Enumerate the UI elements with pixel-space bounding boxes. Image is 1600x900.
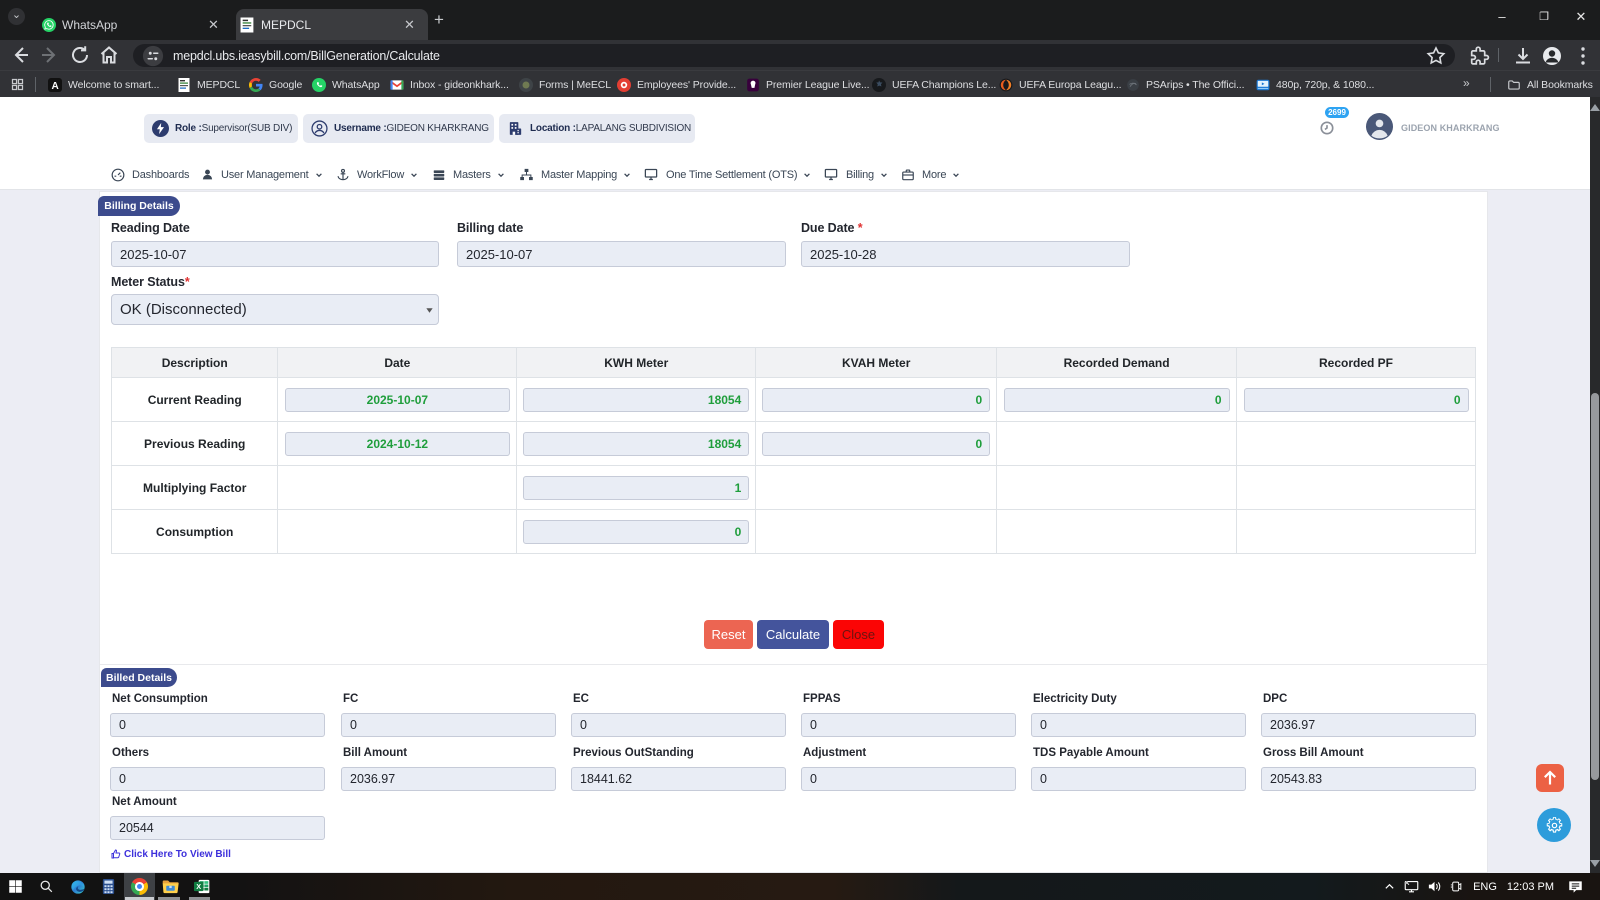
svg-text:X: X xyxy=(196,882,201,891)
svg-text:A: A xyxy=(51,81,58,92)
